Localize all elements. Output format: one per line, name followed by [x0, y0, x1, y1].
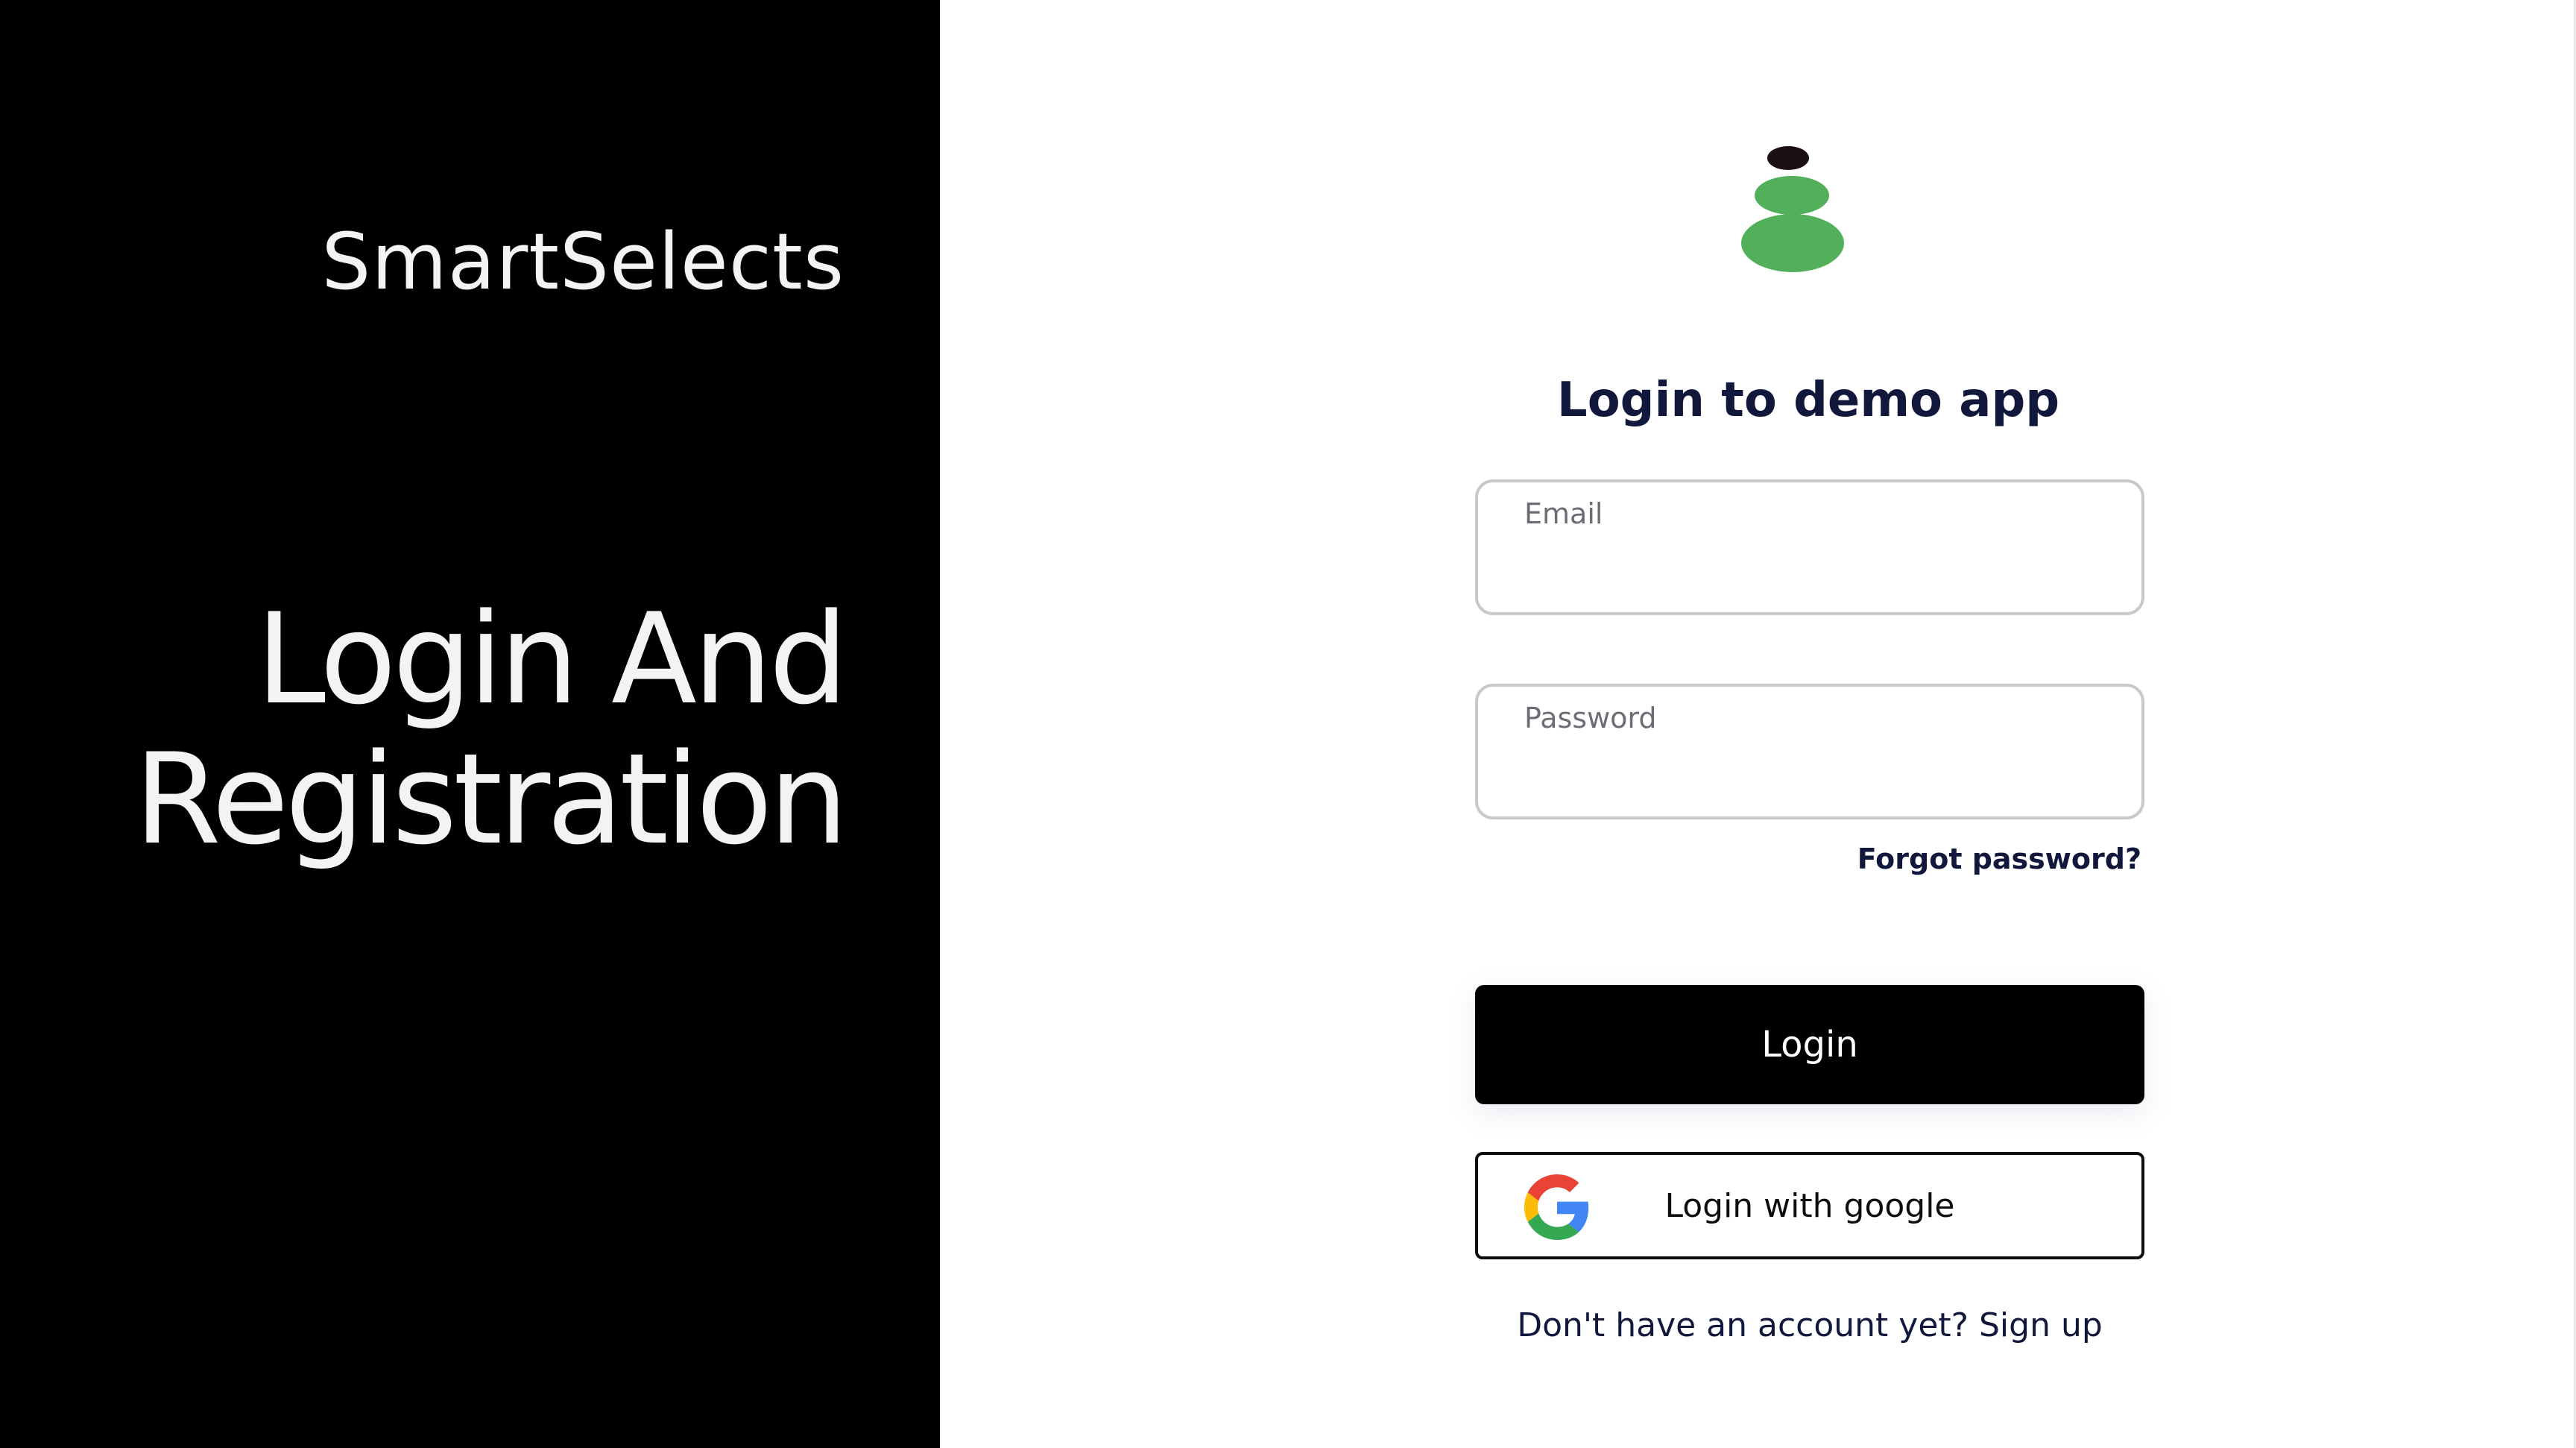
headline-line-1: Login And: [256, 586, 848, 732]
branding-panel: SmartSelects Login And Registration: [0, 0, 940, 1448]
login-page: SmartSelects Login And Registration Logi…: [0, 0, 2576, 1448]
login-button[interactable]: Login: [1475, 985, 2144, 1104]
form-title: Login to demo app: [1556, 373, 2060, 428]
headline-line-2: Registration: [133, 726, 848, 872]
brand-name: SmartSelects: [321, 216, 845, 307]
email-field[interactable]: Email: [1475, 479, 2144, 615]
page-headline: Login And Registration: [25, 586, 848, 872]
password-field[interactable]: Password: [1475, 684, 2144, 819]
password-input[interactable]: [1524, 746, 2101, 800]
google-button-label: Login with google: [1664, 1186, 1955, 1225]
forgot-password-link[interactable]: Forgot password?: [1857, 843, 2141, 875]
stacked-stones-logo-icon: [1741, 146, 1844, 272]
google-login-button[interactable]: Login with google: [1475, 1152, 2144, 1259]
password-label: Password: [1524, 702, 1657, 734]
signup-link[interactable]: Don't have an account yet? Sign up: [1475, 1306, 2144, 1344]
email-label: Email: [1524, 497, 1603, 530]
email-input[interactable]: [1524, 542, 2101, 596]
